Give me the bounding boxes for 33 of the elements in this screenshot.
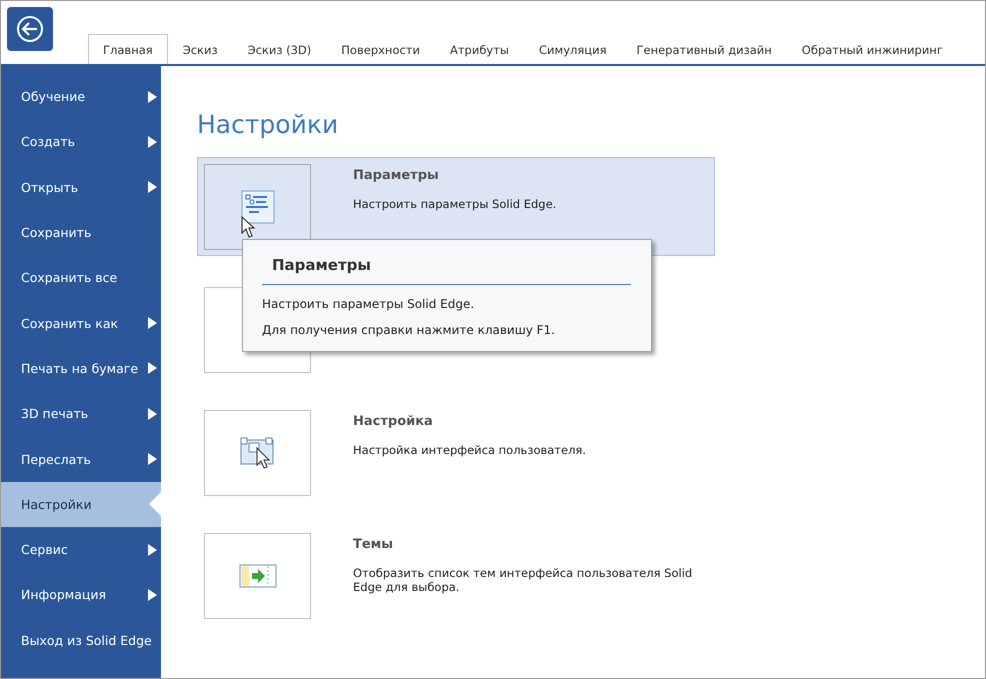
option-description: Настройка интерфейса пользователя. — [353, 443, 588, 457]
menu-item[interactable]: Обучение — [1, 74, 161, 120]
settings-option[interactable]: Темы Отобразить список тем интерфейса пользователя Solid Edge для выбора. — [197, 526, 715, 625]
menu-item[interactable]: Выход из Solid Edge — [1, 618, 161, 663]
menu-item[interactable]: Сохранить — [1, 210, 161, 256]
option-title: Параметры — [353, 168, 440, 183]
ribbon-tab[interactable]: Симуляция — [524, 34, 622, 64]
ribbon-tab[interactable]: Эскиз (3D) — [232, 34, 326, 64]
menu-item[interactable]: Сохранить все — [1, 255, 161, 300]
ribbon-tab[interactable]: Атрибуты — [434, 34, 524, 64]
tooltip-title: Параметры — [262, 256, 631, 285]
menu-item[interactable]: Печать на бумаге — [1, 346, 161, 392]
menu-item[interactable]: Настройки — [1, 482, 161, 527]
option-title: Настройка — [353, 414, 434, 429]
option-description: Настроить параметры Solid Edge. — [353, 197, 558, 211]
tooltip-text: Настроить параметры Solid Edge. — [262, 297, 476, 311]
menu-item[interactable]: 3D печать — [1, 391, 161, 436]
page-title: Настройки — [197, 110, 340, 139]
ribbon-tab[interactable]: Обратный инжиниринг — [786, 34, 958, 64]
settings-option[interactable]: Настройка Настройка интерфейса пользователя. — [197, 403, 715, 502]
menu-item[interactable]: Создать — [1, 119, 161, 165]
option-title: Темы — [353, 537, 394, 552]
tooltip-text: Для получения справки нажмите клавишу F1. — [262, 323, 556, 337]
ribbon-tab[interactable]: Генеративный дизайн — [622, 34, 787, 64]
ribbon-tab[interactable]: Поверхности — [326, 34, 435, 64]
menu-item[interactable]: Сохранить как — [1, 300, 161, 346]
ribbon-tab[interactable]: Главная — [88, 34, 168, 64]
ribbon-tab[interactable]: Эскиз — [168, 34, 233, 64]
menu-item[interactable]: Сервис — [1, 526, 161, 572]
menu-item[interactable]: Переслать — [1, 436, 161, 482]
menu-item[interactable]: Информация — [1, 572, 161, 618]
option-description: Отобразить список тем интерфейса пользователя Solid Edge для выбора. — [353, 566, 694, 594]
menu-item[interactable]: Открыть — [1, 164, 161, 210]
